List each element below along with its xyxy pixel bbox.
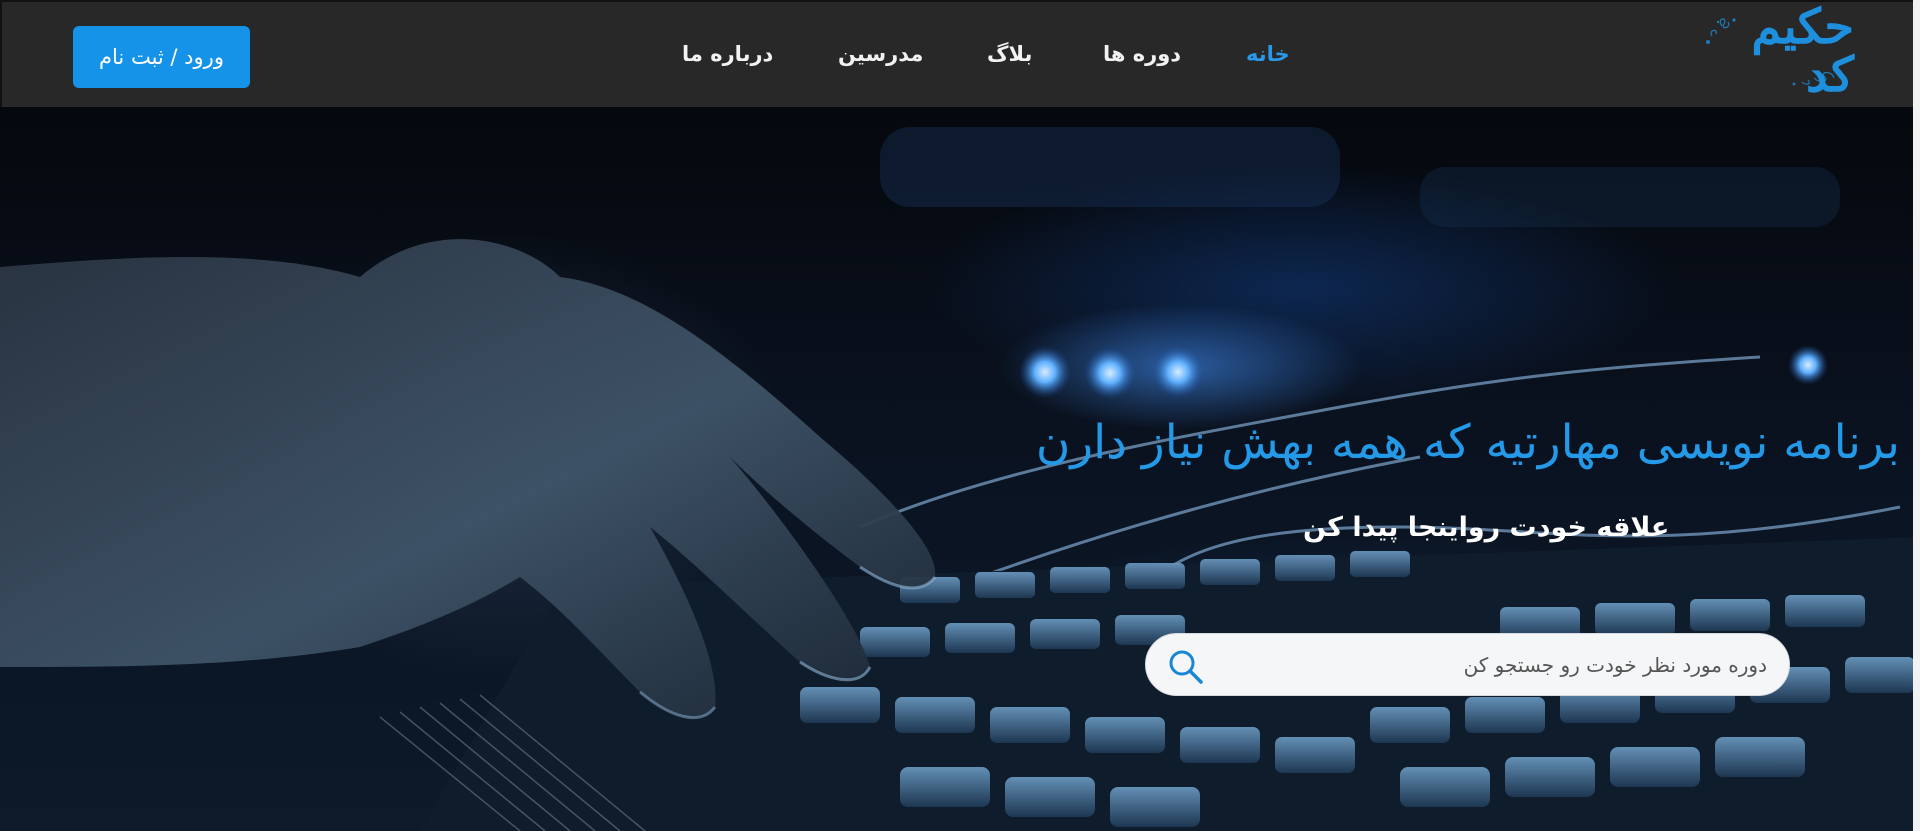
site-logo[interactable]: حکیم کد (1694, 3, 1856, 99)
course-search-input[interactable] (1207, 634, 1767, 695)
top-navbar: حکیم کد خانه دوره ها بلاگ مدرسین درباره … (0, 0, 1920, 107)
window-edge (1913, 0, 1920, 831)
hero-banner: برنامه نویسی مهارتیه که همه بهش نیاز دار… (0, 107, 1920, 831)
login-register-button[interactable]: ورود / ثبت نام (73, 26, 250, 88)
nav-item-courses[interactable]: دوره ها (1103, 42, 1181, 66)
logo-text: حکیم کد (1751, 0, 1856, 103)
course-search-bar (1145, 633, 1790, 696)
search-icon[interactable] (1166, 647, 1206, 687)
nav-item-about[interactable]: درباره ما (682, 42, 773, 66)
nav-item-teachers[interactable]: مدرسین (838, 42, 923, 66)
hero-headline: برنامه نویسی مهارتیه که همه بهش نیاز دار… (1035, 415, 1900, 470)
nav-item-home[interactable]: خانه (1246, 42, 1290, 66)
nav-item-blog[interactable]: بلاگ (987, 42, 1032, 66)
hero-subheadline: علاقه خودت رواینجا پیدا کن (1303, 512, 1670, 543)
